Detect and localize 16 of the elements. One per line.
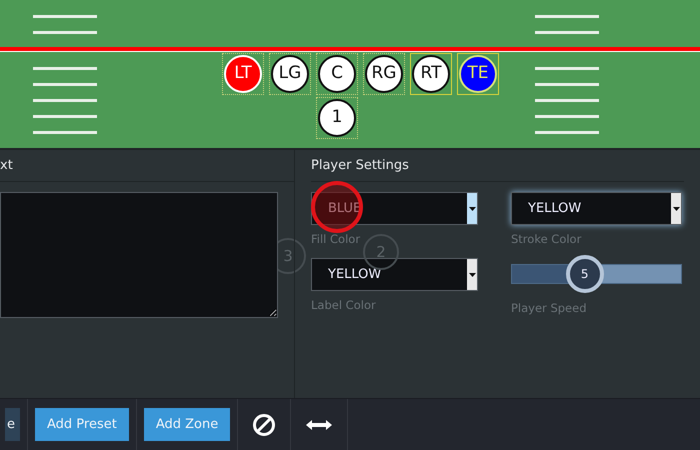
field-label: Stroke Color — [511, 231, 582, 248]
caret-icon[interactable] — [467, 193, 477, 224]
color-dropdown[interactable]: BLUE — [311, 192, 478, 225]
panel-title: xt — [0, 156, 13, 175]
toolbar-button[interactable]: e — [5, 408, 20, 441]
resize-horizontal-icon[interactable] — [305, 418, 334, 430]
caret-icon[interactable] — [671, 193, 681, 224]
field-label: Fill Color — [311, 231, 360, 248]
field-label: Label Color — [311, 297, 376, 314]
ban-icon[interactable] — [252, 412, 276, 436]
panel-title: Player Settings — [311, 156, 409, 175]
color-dropdown[interactable]: YELLOW — [511, 192, 682, 225]
color-dropdown[interactable]: YELLOW — [311, 258, 478, 291]
caret-icon[interactable] — [467, 259, 477, 290]
text-area[interactable] — [0, 192, 278, 318]
field-label: Player Speed — [511, 300, 586, 317]
